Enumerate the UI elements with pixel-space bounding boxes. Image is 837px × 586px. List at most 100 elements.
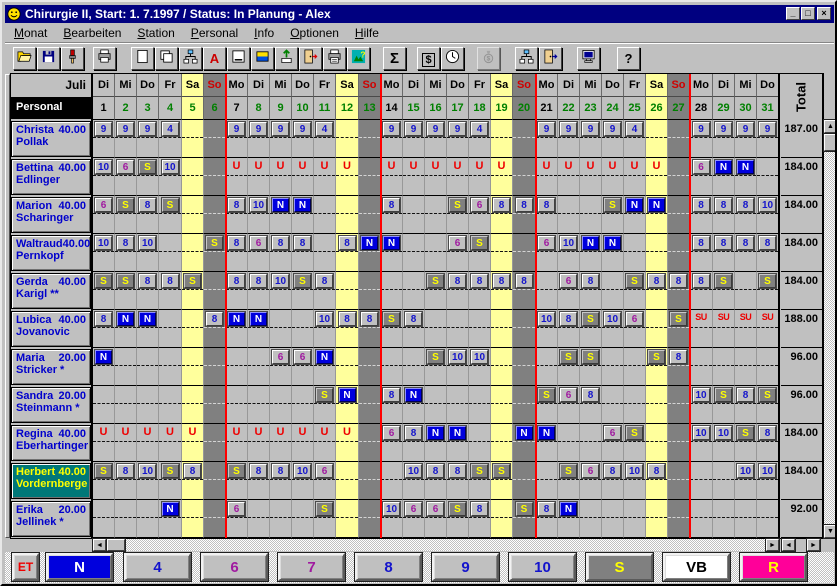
schedule-cell[interactable]: 9 <box>713 120 735 158</box>
schedule-cell[interactable]: 8 <box>270 462 292 500</box>
legend-6-button[interactable]: 6 <box>201 553 268 581</box>
schedule-cell[interactable]: 10 <box>93 234 115 272</box>
legend-4-button[interactable]: 4 <box>124 553 191 581</box>
schedule-cell[interactable] <box>690 462 713 500</box>
schedule-cell[interactable]: S <box>159 462 182 500</box>
schedule-cell[interactable] <box>646 386 668 424</box>
toolbar-print-list-button[interactable] <box>323 47 346 70</box>
schedule-cell[interactable] <box>381 348 403 386</box>
schedule-cell[interactable]: 8 <box>248 462 270 500</box>
schedule-cell[interactable] <box>469 424 491 462</box>
schedule-cell[interactable] <box>359 120 381 158</box>
schedule-cell[interactable]: S <box>425 348 447 386</box>
schedule-cell[interactable] <box>580 196 602 234</box>
schedule-cell[interactable]: N <box>314 348 336 386</box>
schedule-cell[interactable]: U <box>270 424 292 462</box>
schedule-cell[interactable] <box>491 310 513 348</box>
schedule-cell[interactable]: 4 <box>314 120 336 158</box>
schedule-cell[interactable] <box>182 348 204 386</box>
schedule-cell[interactable]: S <box>93 272 115 310</box>
schedule-cell[interactable]: 8 <box>137 196 159 234</box>
schedule-cell[interactable]: 8 <box>735 234 757 272</box>
schedule-cell[interactable] <box>182 196 204 234</box>
schedule-cell[interactable] <box>602 500 624 538</box>
schedule-cell[interactable]: U <box>270 158 292 196</box>
schedule-cell[interactable]: U <box>115 424 137 462</box>
schedule-cell[interactable]: U <box>159 424 182 462</box>
schedule-cell[interactable]: 8 <box>690 196 713 234</box>
toolbar-exit-door2-button[interactable] <box>539 47 562 70</box>
schedule-cell[interactable]: S <box>314 386 336 424</box>
schedule-cell[interactable]: 8 <box>713 234 735 272</box>
schedule-cell[interactable]: S <box>93 462 115 500</box>
schedule-cell[interactable]: 8 <box>602 462 624 500</box>
schedule-cell[interactable]: S <box>713 386 735 424</box>
schedule-cell[interactable]: 8 <box>469 272 491 310</box>
schedule-cell[interactable] <box>469 386 491 424</box>
schedule-cell[interactable] <box>513 234 536 272</box>
schedule-cell[interactable]: 8 <box>292 234 314 272</box>
schedule-cell[interactable] <box>359 272 381 310</box>
personnel-cell[interactable]: Marion40.00 Scharinger <box>11 197 91 233</box>
schedule-cell[interactable] <box>159 234 182 272</box>
toolbar-org-chart2-button[interactable] <box>515 47 538 70</box>
schedule-cell[interactable] <box>513 120 536 158</box>
scroll-left-button[interactable]: ◄ <box>93 539 106 551</box>
menu-item-station[interactable]: Station <box>130 24 181 42</box>
schedule-cell[interactable]: S <box>668 310 690 348</box>
schedule-cell[interactable]: 10 <box>713 424 735 462</box>
schedule-cell[interactable]: 8 <box>513 196 536 234</box>
schedule-cell[interactable]: S <box>159 196 182 234</box>
schedule-cell[interactable] <box>491 120 513 158</box>
schedule-cell[interactable]: 9 <box>536 120 558 158</box>
schedule-cell[interactable]: 10 <box>757 462 779 500</box>
schedule-cell[interactable] <box>668 120 690 158</box>
schedule-cell[interactable] <box>713 500 735 538</box>
schedule-cell[interactable]: 6 <box>558 386 580 424</box>
schedule-cell[interactable] <box>204 386 226 424</box>
schedule-cell[interactable] <box>226 348 248 386</box>
legend-10-button[interactable]: 10 <box>509 553 576 581</box>
schedule-cell[interactable] <box>182 120 204 158</box>
maximize-button[interactable]: □ <box>801 7 815 20</box>
schedule-cell[interactable]: U <box>226 158 248 196</box>
schedule-cell[interactable]: 8 <box>93 310 115 348</box>
schedule-cell[interactable]: 8 <box>159 272 182 310</box>
schedule-cell[interactable]: 8 <box>226 234 248 272</box>
schedule-cell[interactable]: 9 <box>425 120 447 158</box>
schedule-cell[interactable]: U <box>226 424 248 462</box>
schedule-cell[interactable] <box>359 196 381 234</box>
schedule-cell[interactable] <box>336 196 359 234</box>
schedule-cell[interactable]: 10 <box>469 348 491 386</box>
schedule-cell[interactable]: 6 <box>624 310 646 348</box>
schedule-cell[interactable]: 6 <box>292 348 314 386</box>
legend-9-button[interactable]: 9 <box>432 553 499 581</box>
schedule-cell[interactable] <box>536 348 558 386</box>
schedule-cell[interactable] <box>425 196 447 234</box>
scroll-right-button[interactable]: ► <box>766 539 779 551</box>
schedule-cell[interactable]: S <box>204 234 226 272</box>
personnel-cell[interactable]: Lubica40.00 Jovanovic <box>11 311 91 347</box>
schedule-cell[interactable]: U <box>491 158 513 196</box>
schedule-cell[interactable] <box>359 386 381 424</box>
schedule-cell[interactable]: 9 <box>602 120 624 158</box>
minimize-button[interactable]: _ <box>786 7 800 20</box>
schedule-cell[interactable]: 8 <box>536 196 558 234</box>
schedule-cell[interactable]: 8 <box>646 272 668 310</box>
schedule-cell[interactable]: U <box>602 158 624 196</box>
schedule-cell[interactable]: 8 <box>735 196 757 234</box>
personnel-cell[interactable]: Regina40.00 Eberhartinger <box>11 425 91 461</box>
schedule-cell[interactable]: 8 <box>447 272 469 310</box>
schedule-cell[interactable] <box>115 348 137 386</box>
schedule-cell[interactable]: U <box>447 158 469 196</box>
schedule-cell[interactable]: U <box>292 424 314 462</box>
schedule-cell[interactable] <box>624 386 646 424</box>
schedule-cell[interactable]: 8 <box>270 234 292 272</box>
schedule-cell[interactable]: 9 <box>270 120 292 158</box>
schedule-cell[interactable]: N <box>93 348 115 386</box>
schedule-cell[interactable] <box>336 462 359 500</box>
toolbar-new-page-button[interactable] <box>131 47 154 70</box>
schedule-cell[interactable]: 8 <box>757 424 779 462</box>
schedule-cell[interactable]: S <box>513 500 536 538</box>
schedule-cell[interactable]: 6 <box>536 234 558 272</box>
